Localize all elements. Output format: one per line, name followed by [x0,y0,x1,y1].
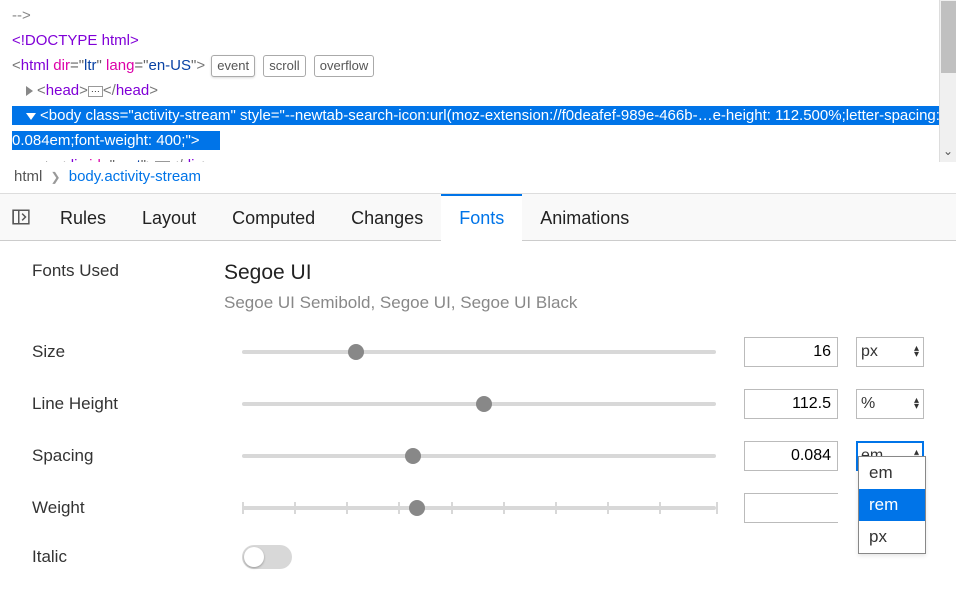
line-height-row: Line Height %▴▾ [32,389,924,419]
tab-animations[interactable]: Animations [522,194,647,241]
ellipsis-icon[interactable]: ⋯ [155,161,170,162]
unit-option-em[interactable]: em [859,457,925,489]
scroll-down-icon[interactable]: ⌄ [943,144,953,158]
toggle-knob [244,547,264,567]
dom-div-root[interactable]: <div id="root">⋯</div> [12,156,211,162]
size-row: Size px▴▾ [32,337,924,367]
size-label: Size [32,342,224,362]
vertical-scrollbar[interactable]: ⌄ [939,0,956,162]
dom-head[interactable]: <head>⋯</head> [12,81,158,100]
tab-computed[interactable]: Computed [214,194,333,241]
tab-layout[interactable]: Layout [124,194,214,241]
tab-changes[interactable]: Changes [333,194,441,241]
ellipsis-icon[interactable]: ⋯ [88,86,103,97]
line-height-label: Line Height [32,394,224,414]
spacing-row: Spacing em▴▾ [32,441,924,471]
spacing-label: Spacing [32,446,224,466]
line-height-input[interactable] [744,389,838,419]
weight-row: Weight [32,493,924,523]
dom-doctype[interactable]: <!DOCTYPE html> [12,31,139,50]
breadcrumb-item-active[interactable]: body.activity-stream [69,168,201,185]
tab-fonts[interactable]: Fonts [441,194,522,241]
italic-toggle[interactable] [242,545,292,569]
unit-dropdown[interactable]: em rem px [858,456,926,554]
tab-rules[interactable]: Rules [42,194,124,241]
inspector-tabs: Rules Layout Computed Changes Fonts Anim… [0,194,956,241]
event-badge[interactable]: event [211,55,255,78]
unit-option-rem[interactable]: rem [859,489,925,521]
caret-icon: ▴▾ [914,346,919,358]
weight-input[interactable] [744,493,838,523]
dom-html-open[interactable]: <html dir="ltr" lang="en-US"> event scro… [12,56,376,75]
size-slider[interactable] [242,342,716,362]
scroll-badge[interactable]: scroll [263,55,305,78]
spacing-input[interactable] [744,441,838,471]
slider-thumb[interactable] [405,448,421,464]
dom-tree-panel[interactable]: --> <!DOCTYPE html> <html dir="ltr" lang… [0,0,956,162]
breadcrumb-item[interactable]: html [14,168,42,185]
collapse-icon[interactable] [26,113,36,120]
dom-comment: --> [12,6,31,25]
fonts-panel: Fonts Used Segoe UI Segoe UI Semibold, S… [0,241,956,611]
dom-body-selected[interactable]: <body class="activity-stream" style="--n… [12,106,944,150]
expand-icon[interactable] [46,161,53,162]
italic-label: Italic [32,547,224,567]
line-height-slider[interactable] [242,394,716,414]
slider-thumb[interactable] [476,396,492,412]
expand-icon[interactable] [26,86,33,96]
chevron-right-icon: ❯ [51,170,61,184]
size-input[interactable] [744,337,838,367]
slider-thumb[interactable] [409,500,425,516]
fonts-used-label: Fonts Used [32,261,224,281]
font-family-secondary: Segoe UI Semibold, Segoe UI, Segoe UI Bl… [224,293,924,313]
line-height-unit-select[interactable]: %▴▾ [856,389,924,419]
caret-icon: ▴▾ [914,398,919,410]
breadcrumb[interactable]: html ❯ body.activity-stream [0,162,956,194]
slider-thumb[interactable] [348,344,364,360]
unit-option-px[interactable]: px [859,521,925,553]
weight-label: Weight [32,498,224,518]
toggle-sidebar-icon[interactable] [0,208,42,226]
spacing-slider[interactable] [242,446,716,466]
overflow-badge[interactable]: overflow [314,55,374,78]
font-family-primary: Segoe UI [224,261,924,285]
size-unit-select[interactable]: px▴▾ [856,337,924,367]
italic-row: Italic [32,545,924,569]
scrollbar-thumb[interactable] [941,1,956,73]
weight-slider[interactable] [242,498,716,518]
